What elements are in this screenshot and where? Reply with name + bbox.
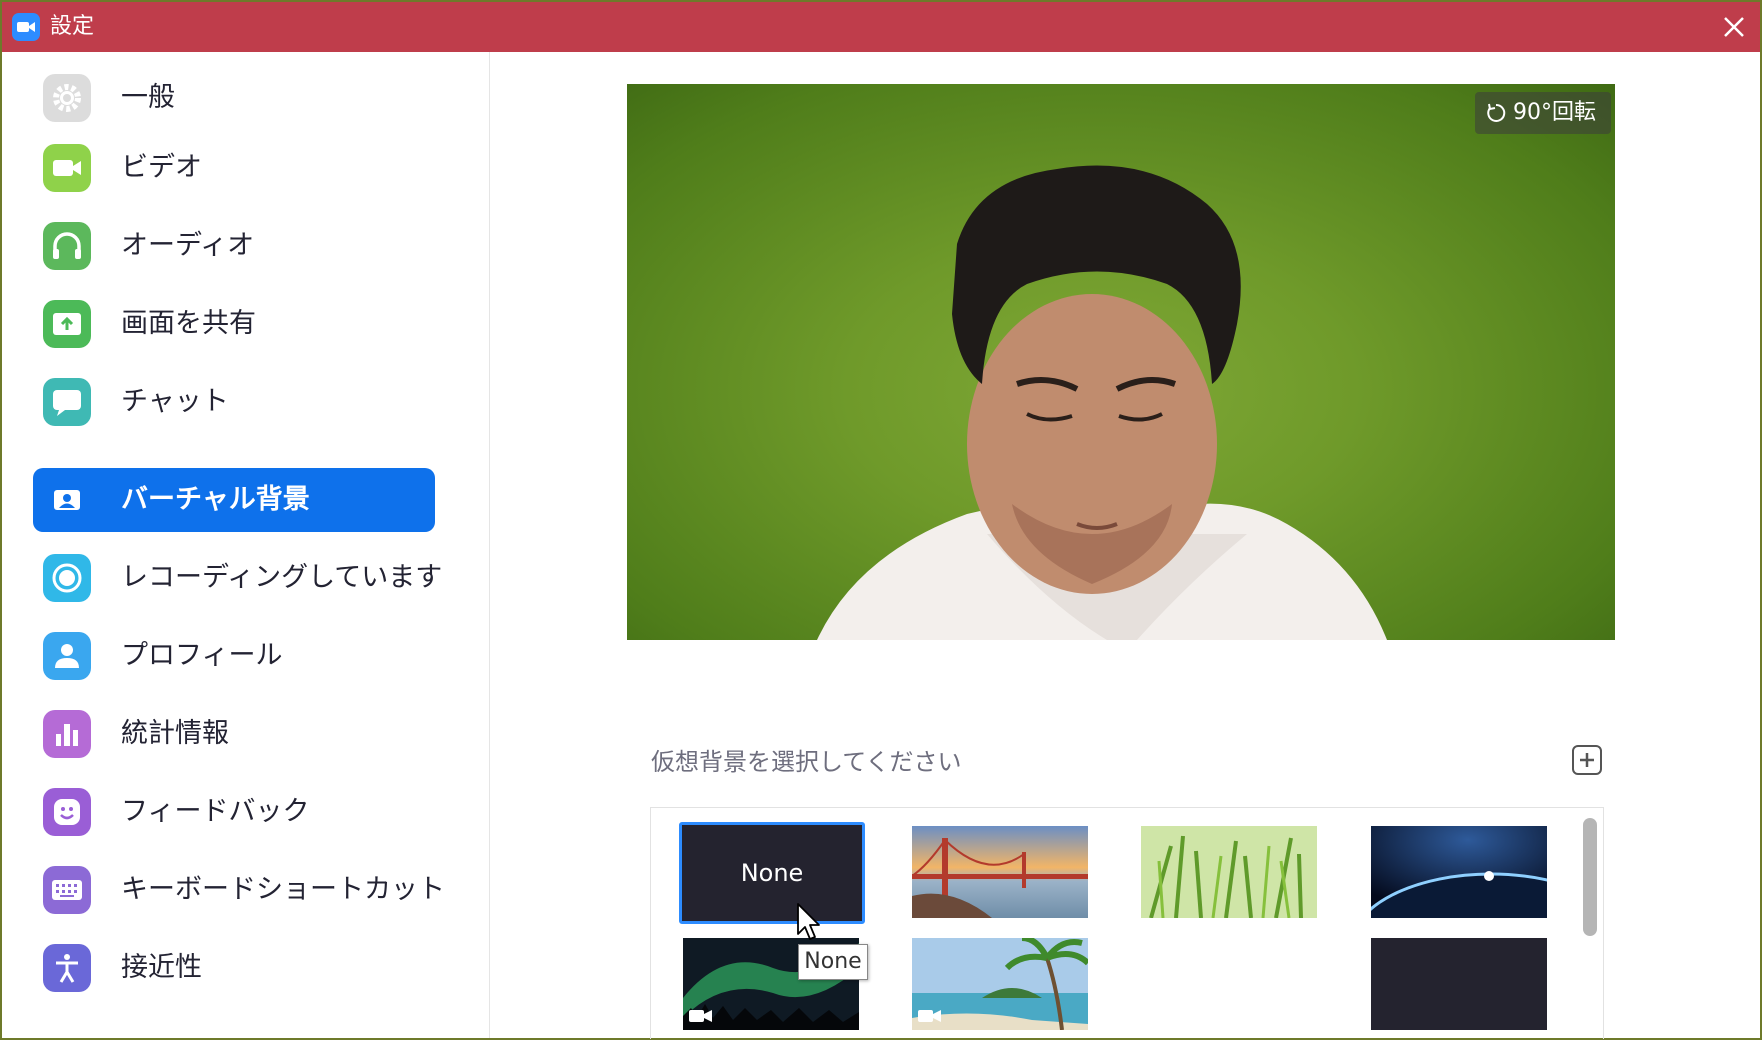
sidebar-item-accessibility[interactable]: 接近性 [33, 936, 435, 1000]
close-button[interactable] [1714, 7, 1754, 47]
background-earth-thumb[interactable] [1371, 826, 1547, 918]
sidebar-item-label: ビデオ [121, 152, 202, 183]
sidebar-item-label: 画面を共有 [121, 308, 256, 339]
background-grass-thumb[interactable] [1141, 826, 1317, 918]
sidebar-item-statistics[interactable]: 統計情報 [33, 702, 435, 766]
smiley-icon [43, 788, 91, 836]
sidebar-item-keyboard-shortcuts[interactable]: キーボードショートカット [33, 858, 445, 922]
record-icon [43, 554, 91, 602]
gear-icon [43, 74, 91, 122]
sidebar-item-label: 接近性 [121, 952, 202, 983]
sidebar-item-video[interactable]: ビデオ [33, 136, 435, 200]
gallery-scrollbar-thumb[interactable] [1583, 818, 1597, 936]
rotate-icon [1487, 103, 1506, 122]
close-icon [1724, 17, 1744, 37]
sidebar-item-share-screen[interactable]: 画面を共有 [33, 292, 435, 356]
none-tooltip: None [798, 944, 868, 980]
camera-person-image [817, 165, 1387, 640]
rotate-label: 90°回転 [1513, 100, 1596, 125]
rotate-90-button[interactable]: 90°回転 [1475, 92, 1611, 134]
video-icon [918, 1010, 941, 1022]
settings-sidebar: 一般 ビデオ オーディオ 画面を共有 チャット バーチャル背景 レコーディングし… [9, 52, 490, 1038]
sidebar-item-label: プロフィール [121, 640, 283, 671]
sidebar-item-recording[interactable]: レコーディングしています [33, 546, 442, 610]
background-none-label: None [740, 859, 804, 887]
sidebar-item-label: 統計情報 [121, 718, 229, 749]
sidebar-item-profile[interactable]: プロフィール [33, 624, 435, 688]
video-icon [689, 1010, 712, 1022]
keyboard-icon [43, 866, 91, 914]
video-camera-icon [43, 144, 91, 192]
sidebar-item-label: オーディオ [121, 230, 255, 261]
sidebar-item-label: レコーディングしています [121, 562, 443, 593]
sidebar-item-feedback[interactable]: フィードバック [33, 780, 435, 844]
choose-background-title: 仮想背景を選択してください [651, 748, 962, 776]
mouse-cursor-icon [797, 903, 820, 940]
background-gallery: None [650, 807, 1604, 1039]
bar-chart-icon [43, 710, 91, 758]
share-screen-icon [43, 300, 91, 348]
accessibility-icon [43, 944, 91, 992]
sidebar-item-general[interactable]: 一般 [33, 66, 435, 130]
sidebar-item-label: キーボードショートカット [121, 874, 445, 905]
chat-bubble-icon [43, 378, 91, 426]
sidebar-item-audio[interactable]: オーディオ [33, 214, 435, 278]
sidebar-item-label: フィードバック [121, 796, 310, 827]
sidebar-item-chat[interactable]: チャット [33, 370, 435, 434]
sidebar-item-label: 一般 [121, 82, 175, 113]
add-background-button[interactable] [1571, 744, 1603, 776]
title-bar: 設定 [2, 2, 1760, 52]
background-none-thumb[interactable]: None [679, 822, 865, 924]
background-golden-gate-thumb[interactable] [912, 826, 1088, 918]
window-title: 設定 [50, 14, 95, 39]
virtual-background-icon [43, 476, 91, 524]
sidebar-item-virtual-background[interactable]: バーチャル背景 [33, 468, 435, 532]
zoom-app-icon [12, 13, 40, 41]
camera-preview: 90°回転 [627, 84, 1615, 640]
background-dark-thumb[interactable] [1371, 938, 1547, 1030]
person-icon [43, 632, 91, 680]
sidebar-item-label: チャット [121, 386, 229, 417]
virtual-background-panel: 90°回転 仮想背景を選択してください None [490, 52, 1758, 1039]
settings-window: 設定 一般 ビデオ オーディオ 画面を共有 チャット バーチャル背景 レコーディ… [0, 0, 1762, 1040]
plus-icon [1572, 745, 1602, 775]
sidebar-item-label: バーチャル背景 [121, 484, 310, 515]
headphones-icon [43, 222, 91, 270]
background-beach-thumb[interactable] [912, 938, 1088, 1030]
